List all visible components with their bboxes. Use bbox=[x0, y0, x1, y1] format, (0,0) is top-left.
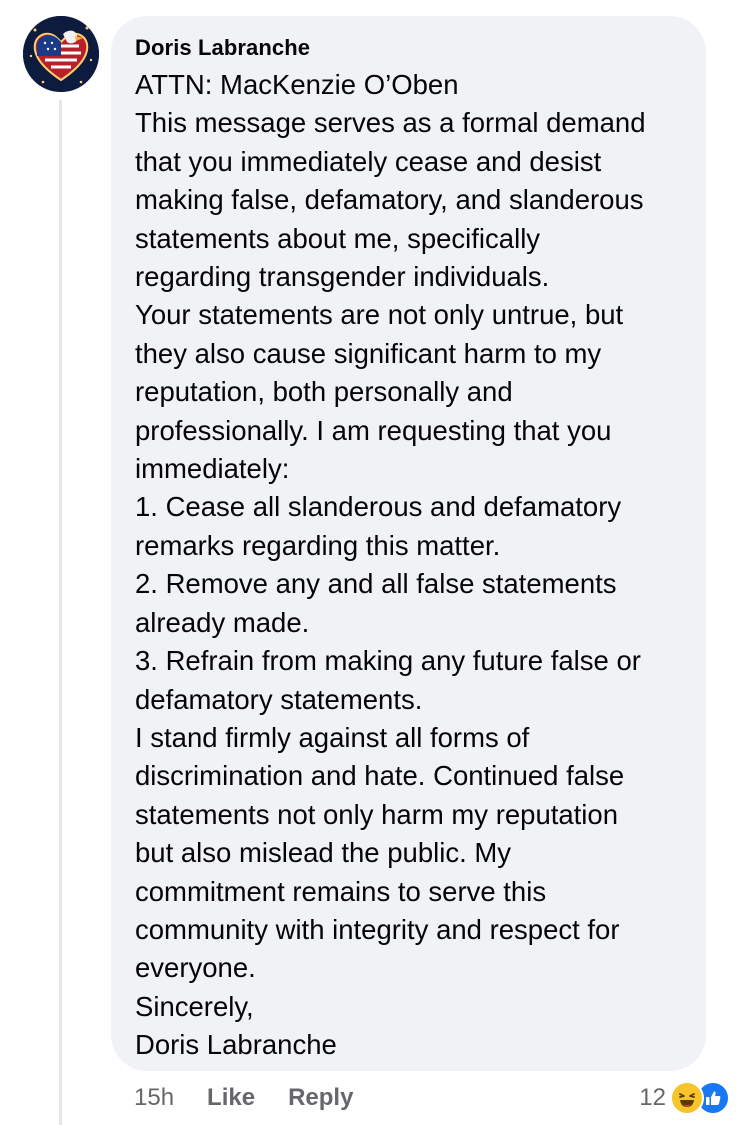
comment-line: but also mislead the public. My bbox=[135, 837, 512, 869]
comment-line: 3. Refrain from making any future false … bbox=[135, 645, 641, 677]
comment-line: This message serves as a formal demand bbox=[135, 107, 646, 139]
reactions-summary[interactable]: 12 bbox=[639, 1080, 730, 1116]
comment-line: 1. Cease all slanderous and defamatory bbox=[135, 491, 622, 523]
avatar[interactable] bbox=[23, 16, 99, 92]
comment-line: commitment remains to serve this bbox=[135, 875, 547, 907]
haha-reaction-icon bbox=[670, 1081, 704, 1115]
comment-line: I stand firmly against all forms of bbox=[135, 721, 530, 753]
comment-line: already made. bbox=[135, 606, 310, 638]
reply-button[interactable]: Reply bbox=[288, 1084, 353, 1112]
comment-body: ATTN: MacKenzie O’Oben This message serv… bbox=[135, 66, 686, 1065]
comment-line: professionally. I am requesting that you bbox=[135, 414, 612, 446]
comment-line: that you immediately cease and desist bbox=[135, 145, 602, 177]
comment-timestamp[interactable]: 15h bbox=[134, 1084, 174, 1112]
comment-line: everyone. bbox=[135, 952, 256, 984]
comment-line: remarks regarding this matter. bbox=[135, 529, 501, 561]
comment-line: immediately: bbox=[135, 453, 290, 485]
comment-line: Doris Labranche bbox=[135, 1029, 337, 1061]
thread-line bbox=[59, 100, 62, 1125]
comment-author[interactable]: Doris Labranche bbox=[135, 34, 686, 62]
comment-line: Sincerely, bbox=[135, 990, 254, 1022]
comment-line: Your statements are not only untrue, but bbox=[135, 299, 624, 331]
comment-line: ATTN: MacKenzie O’Oben bbox=[135, 69, 459, 100]
comment-actions: 15h Like Reply bbox=[134, 1080, 386, 1116]
like-button[interactable]: Like bbox=[207, 1084, 255, 1112]
comment-line: making false, defamatory, and slanderous bbox=[135, 184, 644, 216]
comment-line: they also cause significant harm to my bbox=[135, 337, 602, 369]
comment-line: reputation, both personally and bbox=[135, 376, 513, 408]
heart-flag-avatar-icon bbox=[23, 16, 99, 92]
reaction-count: 12 bbox=[639, 1084, 666, 1111]
comment-line: community with integrity and respect for bbox=[135, 913, 620, 945]
comment-line: discrimination and hate. Continued false bbox=[135, 760, 625, 792]
comment-line: regarding transgender individuals. bbox=[135, 261, 550, 293]
comment-line: statements not only harm my reputation bbox=[135, 798, 619, 830]
comment-line: defamatory statements. bbox=[135, 683, 423, 715]
comment-bubble: Doris Labranche ATTN: MacKenzie O’Oben T… bbox=[111, 16, 706, 1071]
comment-line: statements about me, specifically bbox=[135, 222, 541, 254]
comment-line: 2. Remove any and all false statements bbox=[135, 568, 617, 600]
